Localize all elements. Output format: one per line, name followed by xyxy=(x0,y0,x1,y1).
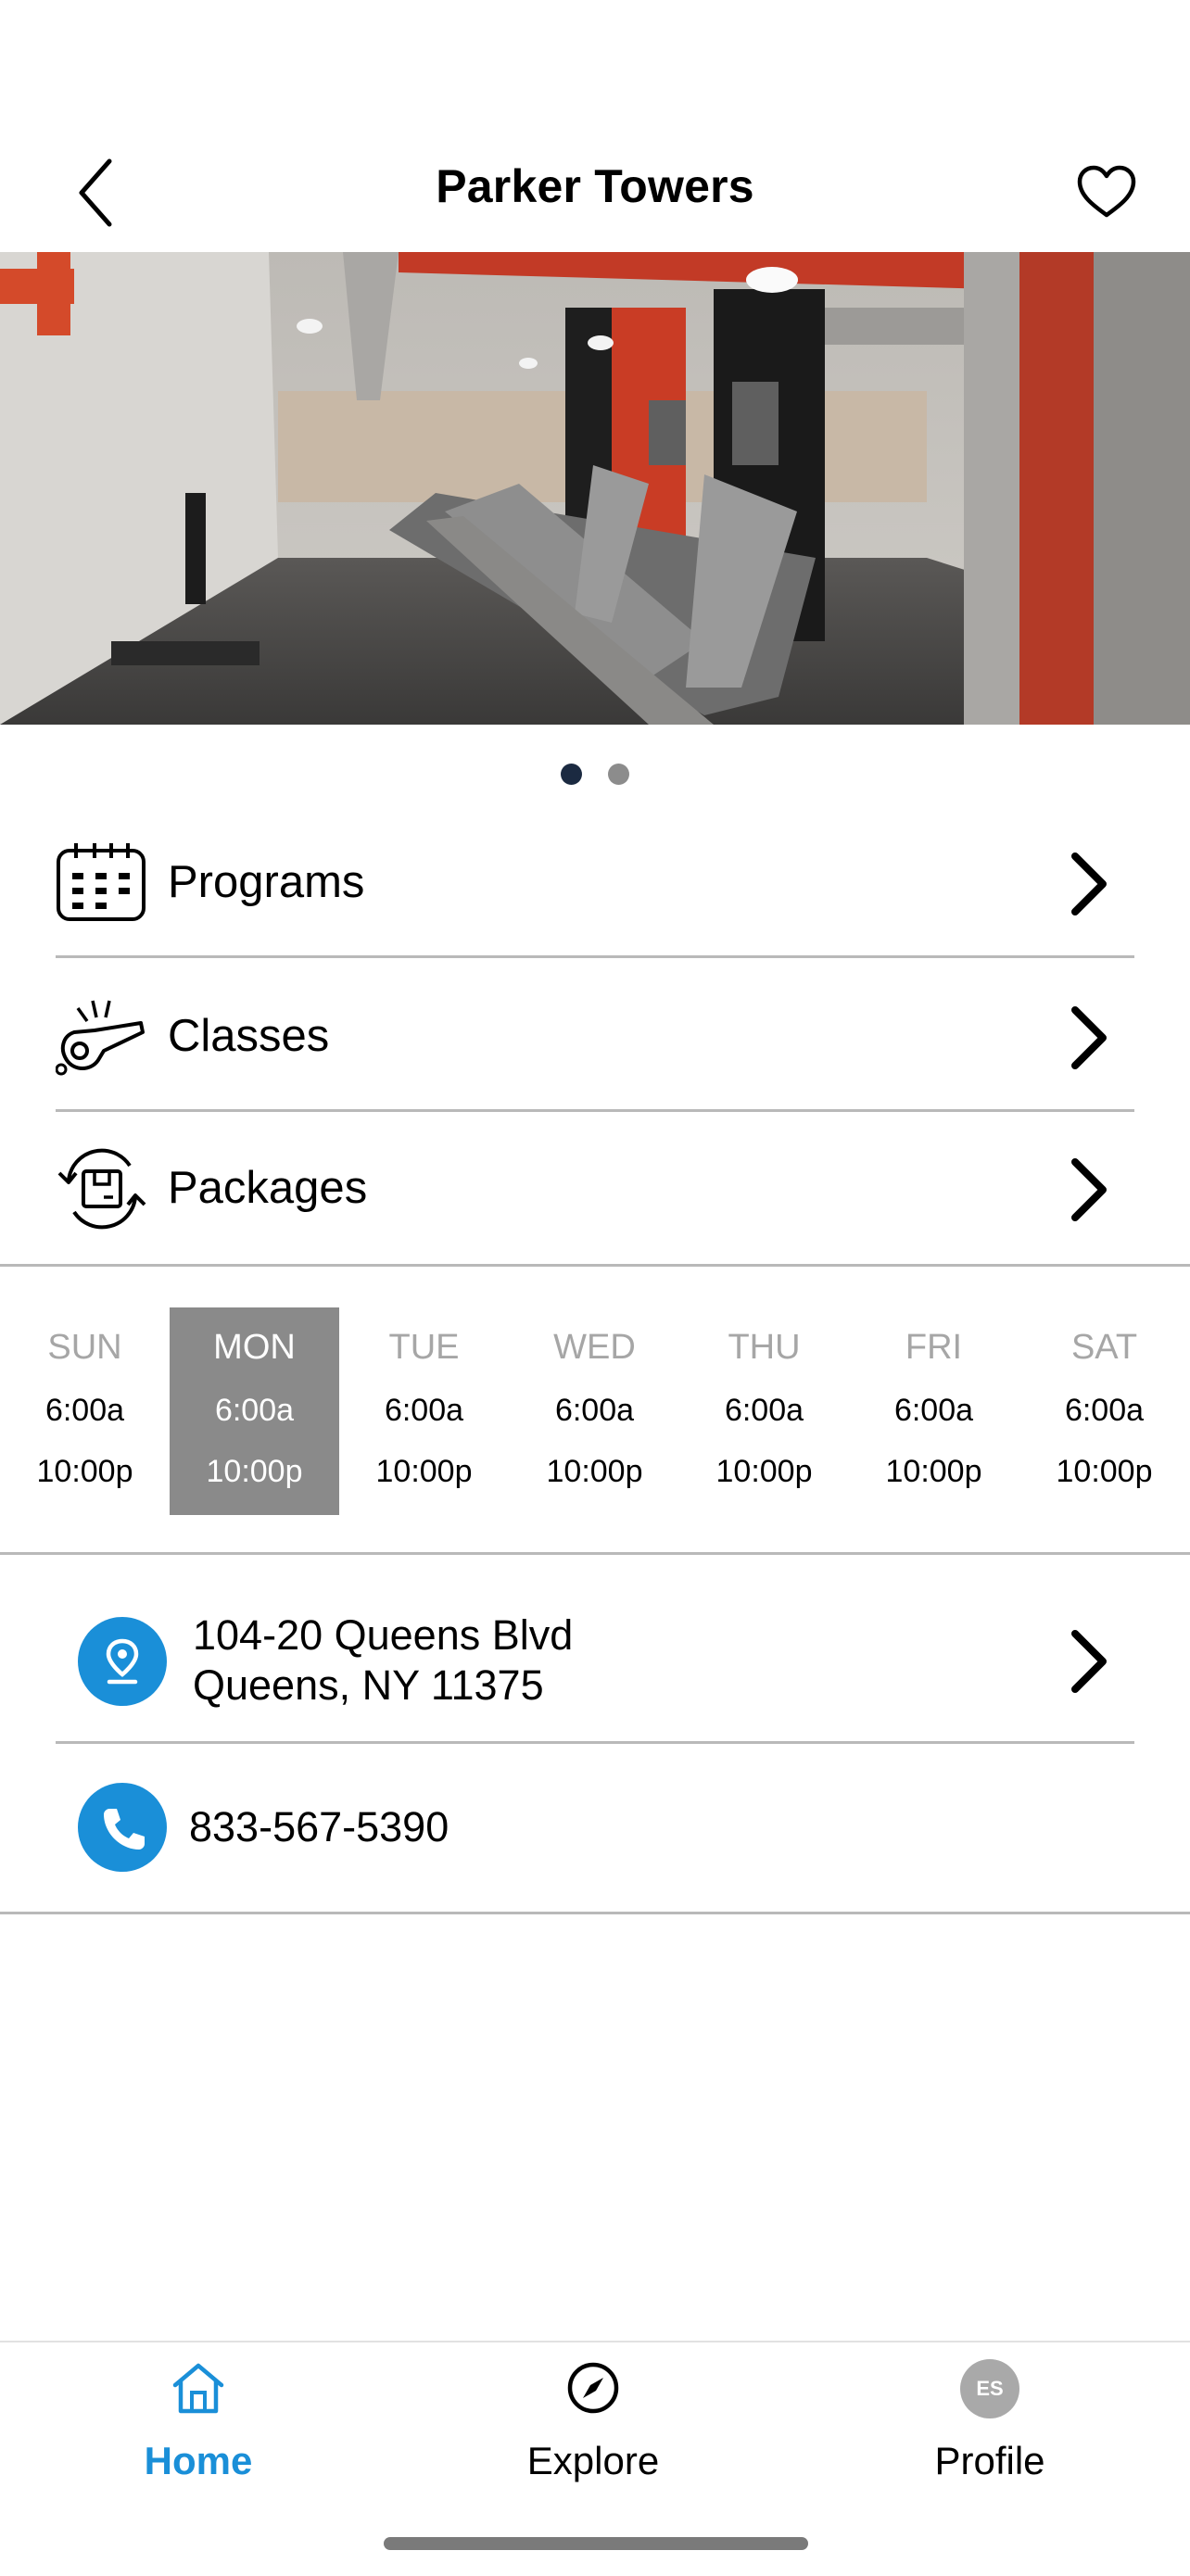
day-name: TUE xyxy=(388,1328,460,1367)
tab-explore-label: Explore xyxy=(526,2439,660,2482)
home-indicator xyxy=(384,2537,808,2550)
home-icon xyxy=(172,2363,224,2414)
day-name: THU xyxy=(728,1328,801,1367)
phone-number[interactable]: 833-567-5390 xyxy=(189,1803,449,1851)
close-time: 10:00p xyxy=(715,1454,813,1489)
page-title: Parker Towers xyxy=(436,160,754,212)
carousel-pagination[interactable] xyxy=(0,764,1190,786)
heart-outline-icon[interactable] xyxy=(1075,163,1138,221)
carousel-dot[interactable] xyxy=(608,764,629,785)
chevron-right-icon[interactable] xyxy=(1066,1626,1112,1697)
programs-row[interactable]: Programs xyxy=(56,806,1134,958)
close-time: 10:00p xyxy=(885,1454,982,1489)
packages-row[interactable]: Packages xyxy=(56,1112,1134,1264)
header: Parker Towers xyxy=(0,0,1190,252)
close-time: 10:00p xyxy=(206,1454,303,1489)
hours-sat[interactable]: SAT 6:00a 10:00p xyxy=(1019,1307,1189,1515)
address-line1: 104-20 Queens Blvd xyxy=(193,1611,574,1659)
package-cycle-icon xyxy=(57,1148,146,1230)
packages-label: Packages xyxy=(168,1163,368,1213)
open-time: 6:00a xyxy=(724,1393,804,1428)
day-name: FRI xyxy=(905,1328,963,1367)
open-time: 6:00a xyxy=(214,1393,295,1428)
open-time: 6:00a xyxy=(44,1393,125,1428)
day-name: SUN xyxy=(47,1328,122,1367)
close-time: 10:00p xyxy=(1056,1454,1153,1489)
tab-home-label: Home xyxy=(144,2439,253,2482)
calendar-grid-icon xyxy=(57,843,146,921)
tab-explore[interactable]: Explore xyxy=(454,2342,732,2528)
programs-label: Programs xyxy=(168,857,365,907)
chevron-right-icon xyxy=(1071,852,1107,915)
location-pin-icon xyxy=(78,1617,167,1706)
open-time: 6:00a xyxy=(384,1393,464,1428)
hours-tue[interactable]: TUE 6:00a 10:00p xyxy=(339,1307,509,1515)
opening-hours: SUN 6:00a 10:00p MON 6:00a 10:00p TUE 6:… xyxy=(0,1267,1190,1554)
carousel-dot-active[interactable] xyxy=(561,764,582,785)
hours-fri[interactable]: FRI 6:00a 10:00p xyxy=(849,1307,1019,1515)
close-time: 10:00p xyxy=(546,1454,643,1489)
address[interactable]: 104-20 Queens Blvd Queens, NY 11375 xyxy=(193,1610,573,1711)
day-name: SAT xyxy=(1070,1328,1138,1367)
whistle-icon xyxy=(56,1000,145,1076)
classes-label: Classes xyxy=(168,1011,330,1061)
open-time: 6:00a xyxy=(1064,1393,1145,1428)
open-time: 6:00a xyxy=(893,1393,974,1428)
hours-thu[interactable]: THU 6:00a 10:00p xyxy=(679,1307,849,1515)
tab-profile-label: Profile xyxy=(934,2439,1045,2482)
compass-icon xyxy=(567,2362,619,2414)
day-name: MON xyxy=(213,1328,296,1367)
chevron-right-icon xyxy=(1071,1158,1107,1221)
tab-home[interactable]: Home xyxy=(59,2342,337,2528)
avatar: ES xyxy=(960,2359,1019,2418)
close-time: 10:00p xyxy=(36,1454,133,1489)
gym-photo xyxy=(0,252,1190,725)
open-time: 6:00a xyxy=(554,1393,635,1428)
divider xyxy=(0,1552,1190,1555)
address-line2: Queens, NY 11375 xyxy=(193,1661,544,1709)
divider xyxy=(56,1741,1134,1744)
day-name: WED xyxy=(553,1328,636,1367)
gym-photo-carousel[interactable] xyxy=(0,252,1190,725)
hours-sun[interactable]: SUN 6:00a 10:00p xyxy=(0,1307,170,1515)
classes-row[interactable]: Classes xyxy=(56,960,1134,1112)
divider xyxy=(0,1912,1190,1914)
hours-mon[interactable]: MON 6:00a 10:00p xyxy=(170,1307,339,1515)
hours-wed[interactable]: WED 6:00a 10:00p xyxy=(510,1307,679,1515)
chevron-right-icon xyxy=(1071,1006,1107,1069)
close-time: 10:00p xyxy=(375,1454,473,1489)
phone-icon[interactable] xyxy=(78,1783,167,1872)
tab-profile[interactable]: ES Profile xyxy=(851,2342,1129,2528)
divider xyxy=(56,955,1134,958)
